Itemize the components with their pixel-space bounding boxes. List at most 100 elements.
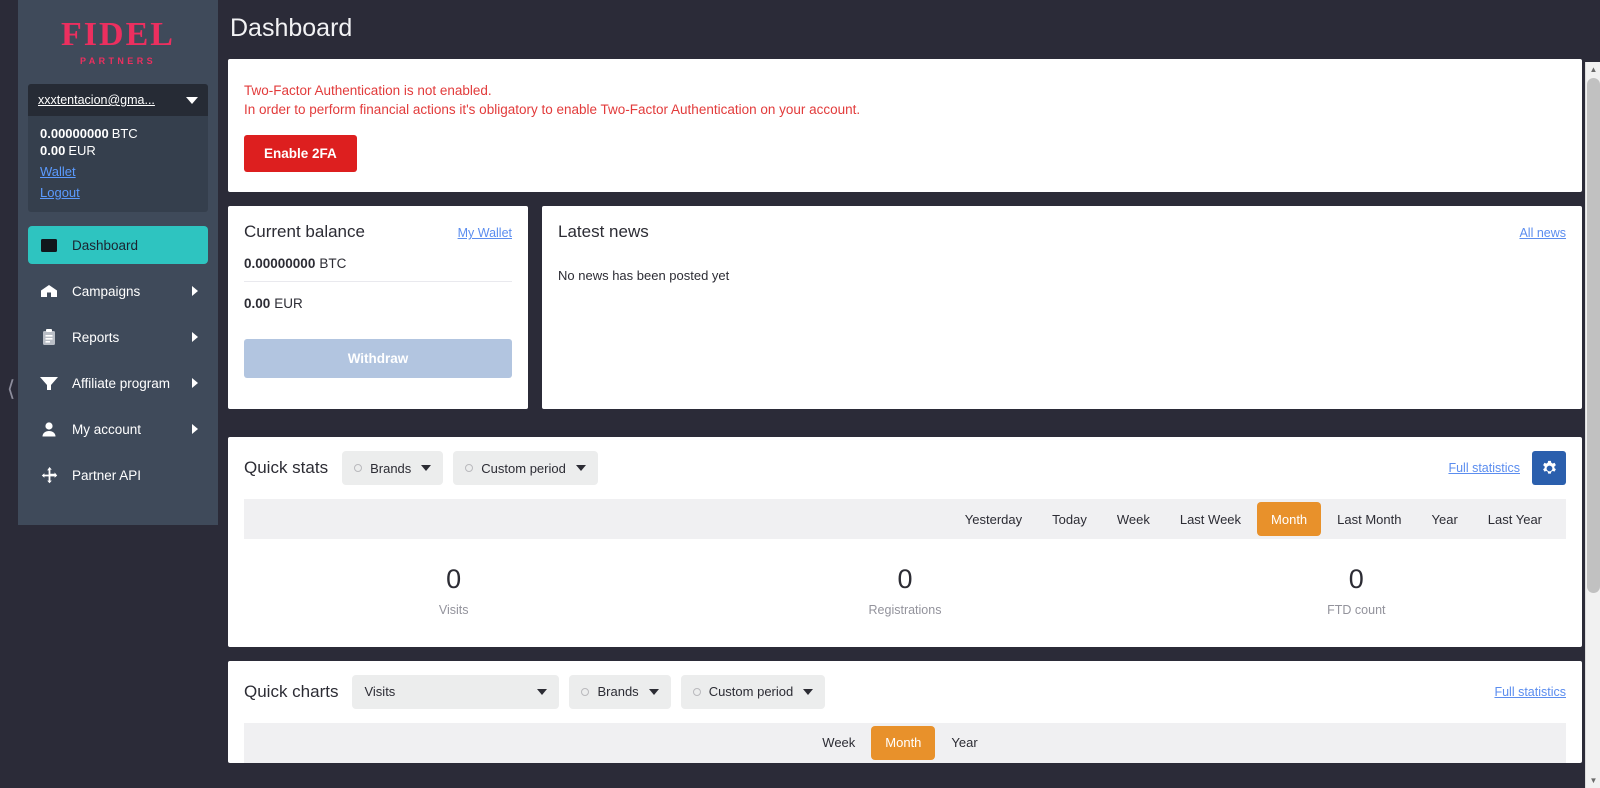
period-tab-year[interactable]: Year: [1418, 502, 1472, 536]
sidebar-item-partner-api[interactable]: Partner API: [28, 456, 208, 494]
chevron-down-icon: [421, 465, 432, 471]
left-rail: ⟨: [0, 0, 18, 788]
stat-label: Registrations: [868, 602, 942, 617]
chevron-down-icon: [537, 688, 548, 695]
stat-ftd-count: 0 FTD count: [1131, 564, 1582, 617]
account-email: xxxtentacion@gma...: [38, 93, 155, 107]
quick-charts-full-statistics-link[interactable]: Full statistics: [1494, 685, 1566, 699]
logo-subtitle: PARTNERS: [79, 56, 157, 66]
gear-icon[interactable]: [1532, 451, 1566, 485]
chart-period-tab-month[interactable]: Month: [871, 725, 936, 760]
move-icon: [38, 466, 60, 484]
news-title: Latest news: [558, 222, 649, 241]
chevron-down-icon: [186, 96, 198, 104]
sidebar-balance-btc: 0.00000000 BTC: [40, 126, 196, 141]
balance-title: Current balance: [244, 222, 365, 241]
stat-value: 0: [446, 564, 462, 594]
quick-stats-header-actions: Full statistics: [1448, 451, 1566, 485]
chevron-right-icon: [192, 378, 198, 388]
balance-eur-currency: EUR: [274, 296, 303, 311]
balance-row-btc: 0.00000000 BTC: [244, 242, 512, 282]
period-tab-today[interactable]: Today: [1038, 502, 1101, 536]
news-card-header: Latest news All news: [558, 222, 1566, 242]
scroll-up-arrow-icon[interactable]: ▲: [1586, 62, 1600, 77]
sidebar-nav: Dashboard Campaigns Reports Affiliate pr…: [18, 226, 218, 494]
logout-link[interactable]: Logout: [40, 185, 196, 200]
sidebar-item-dashboard[interactable]: Dashboard: [28, 226, 208, 264]
account-details: 0.00000000 BTC 0.00 EUR Wallet Logout: [28, 116, 208, 212]
wallet-link[interactable]: Wallet: [40, 164, 196, 179]
stat-value: 0: [1348, 564, 1364, 594]
sidebar-balance-eur-amount: 0.00: [40, 143, 66, 158]
scroll-down-arrow-icon[interactable]: ▼: [1586, 773, 1600, 788]
period-tab-last-week[interactable]: Last Week: [1166, 502, 1255, 536]
sidebar-item-label: Campaigns: [72, 283, 141, 299]
balance-eur-amount: 0.00: [244, 296, 271, 311]
period-tab-last-month[interactable]: Last Month: [1323, 502, 1415, 536]
sidebar-item-my-account[interactable]: My account: [28, 410, 208, 448]
quick-charts-period-tabs: Week Month Year: [244, 722, 1566, 763]
quick-stats-period-filter[interactable]: Custom period: [453, 451, 598, 485]
brands-filter-label: Brands: [597, 684, 639, 700]
two-factor-warning-card: Two-Factor Authentication is not enabled…: [228, 59, 1582, 192]
quick-charts-header: Quick charts Visits Brands Custom period: [228, 661, 1582, 719]
sidebar: FIDEL PARTNERS xxxtentacion@gma... 0.000…: [18, 0, 218, 525]
chevron-right-icon: [192, 286, 198, 296]
dashboard-icon: [38, 236, 60, 254]
sidebar-balance-btc-amount: 0.00000000: [40, 126, 109, 141]
metric-select-value: Visits: [364, 684, 396, 700]
balance-row-eur: 0.00 EUR: [244, 282, 512, 321]
radio-circle-icon: [581, 687, 590, 696]
quick-stats-brands-filter[interactable]: Brands: [342, 451, 444, 485]
period-filter-label: Custom period: [708, 684, 794, 700]
balance-news-row: Current balance My Wallet 0.00000000 BTC …: [228, 206, 1582, 423]
logo-title: FIDEL: [61, 16, 175, 53]
chevron-down-icon: [648, 688, 659, 695]
quick-stats-header: Quick stats Brands Custom period Full st…: [228, 437, 1582, 495]
radio-circle-icon: [354, 464, 363, 472]
quick-stats-values: 0 Visits 0 Registrations 0 FTD count: [228, 539, 1582, 647]
quick-stats-period-tabs: Yesterday Today Week Last Week Month Las…: [244, 499, 1566, 539]
sidebar-item-label: Dashboard: [72, 237, 139, 253]
period-tab-week[interactable]: Week: [1103, 502, 1164, 536]
chevron-down-icon: [575, 465, 586, 471]
quick-charts-metric-select[interactable]: Visits: [352, 674, 560, 709]
sidebar-balance-eur: 0.00 EUR: [40, 143, 196, 158]
period-tab-month[interactable]: Month: [1257, 502, 1322, 536]
account-box: xxxtentacion@gma... 0.00000000 BTC 0.00 EU…: [28, 84, 208, 212]
latest-news-card: Latest news All news No news has been po…: [542, 206, 1582, 409]
stat-label: FTD count: [1327, 602, 1386, 617]
enable-2fa-button[interactable]: Enable 2FA: [244, 135, 357, 172]
period-tab-last-year[interactable]: Last Year: [1474, 502, 1556, 536]
radio-circle-icon: [465, 464, 474, 472]
quick-stats-title: Quick stats: [244, 458, 329, 477]
sidebar-item-label: My account: [72, 421, 142, 437]
sidebar-item-label: Affiliate program: [72, 375, 171, 391]
my-wallet-link[interactable]: My Wallet: [458, 226, 512, 240]
sidebar-item-affiliate-program[interactable]: Affiliate program: [28, 364, 208, 402]
chart-period-tab-week[interactable]: Week: [808, 726, 869, 760]
sidebar-balance-eur-currency: EUR: [68, 143, 96, 158]
scrollbar-thumb[interactable]: [1587, 78, 1600, 593]
funnel-icon: [38, 374, 60, 392]
vertical-scrollbar[interactable]: ▲ ▼: [1585, 62, 1600, 788]
chart-period-tab-year[interactable]: Year: [937, 726, 991, 760]
tfa-warning-line-1: Two-Factor Authentication is not enabled…: [244, 83, 492, 98]
quick-stats-card: Quick stats Brands Custom period Full st…: [228, 437, 1582, 647]
quick-charts-card: Quick charts Visits Brands Custom period: [228, 660, 1582, 763]
chevron-left-icon[interactable]: ⟨: [4, 372, 18, 406]
quick-stats-full-statistics-link[interactable]: Full statistics: [1448, 461, 1520, 475]
quick-charts-period-filter[interactable]: Custom period: [680, 674, 826, 709]
radio-circle-icon: [692, 687, 701, 696]
sidebar-item-label: Reports: [72, 329, 120, 345]
sidebar-item-campaigns[interactable]: Campaigns: [28, 272, 208, 310]
quick-charts-brands-filter[interactable]: Brands: [569, 674, 671, 709]
tfa-warning-line-2: In order to perform financial actions it…: [244, 102, 861, 117]
account-dropdown-toggle[interactable]: xxxtentacion@gma...: [28, 84, 208, 116]
period-tab-yesterday[interactable]: Yesterday: [951, 502, 1036, 536]
withdraw-button[interactable]: Withdraw: [244, 339, 512, 378]
sidebar-item-reports[interactable]: Reports: [28, 318, 208, 356]
clipboard-icon: [38, 328, 60, 346]
megaphone-icon: [38, 282, 60, 300]
all-news-link[interactable]: All news: [1519, 226, 1566, 240]
